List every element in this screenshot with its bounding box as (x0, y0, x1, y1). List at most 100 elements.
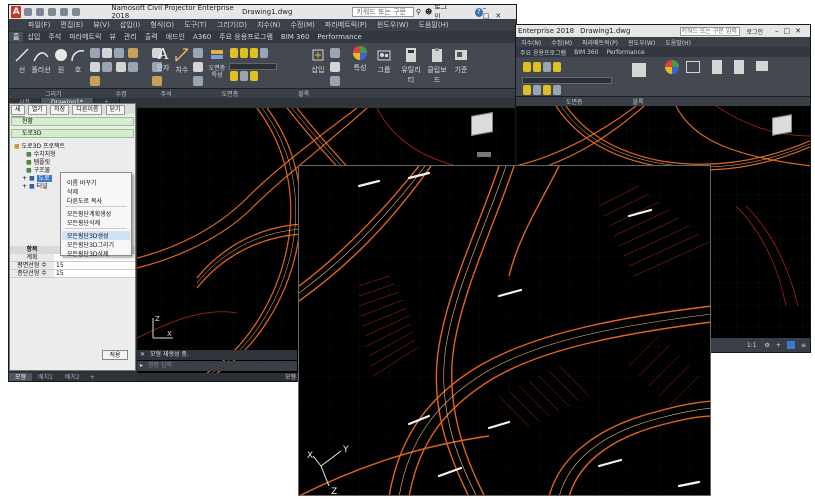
clipboard-tool[interactable]: 클립보드 (425, 47, 449, 85)
viewcube-icon[interactable] (772, 114, 792, 136)
properties-tool-2[interactable] (664, 59, 680, 77)
quick-access-toolbar[interactable] (23, 7, 81, 17)
add-layout-button[interactable]: + (86, 373, 99, 381)
menu-item[interactable]: 삽입(I) (115, 20, 145, 30)
search-icon[interactable]: ⚲ (416, 8, 421, 16)
menu-item[interactable]: 치수(N) (516, 38, 546, 47)
layer-small-tools-2[interactable] (522, 61, 622, 98)
app-logo-icon[interactable]: A (11, 6, 22, 18)
tab-featured-apps[interactable]: 주요 응용프로그램 (215, 32, 277, 42)
properties-tool[interactable]: 특성 (351, 45, 369, 73)
utilities-tool[interactable]: 유틸리티 (399, 47, 423, 85)
zoomed-drawing-view[interactable]: Y X Z (298, 165, 711, 496)
menu-item[interactable]: 수정(M) (546, 38, 577, 47)
group-tool[interactable]: 그룹 (375, 47, 393, 75)
arc-tool[interactable]: 호 (71, 47, 85, 75)
circle-tool[interactable]: 원 (53, 47, 69, 75)
text-tool[interactable]: A 문자 (155, 45, 171, 73)
menu-item[interactable]: 도움말(H) (660, 38, 696, 47)
group-label-annotation[interactable]: 주석 (151, 89, 182, 98)
tab-home[interactable]: 홈 (9, 32, 24, 42)
group-label-layer[interactable]: 도면층 (212, 89, 249, 98)
line-tool[interactable]: 선 (15, 47, 29, 75)
tab-manage[interactable]: 관리 (120, 32, 141, 42)
customize-icon[interactable]: ≡ (801, 342, 806, 349)
tab-performance[interactable]: Performance (313, 33, 365, 41)
menu-rename[interactable]: 이름 바꾸기 (67, 178, 97, 187)
help-icon[interactable]: ? (474, 7, 483, 17)
menu-item[interactable]: 파라메트릭(P) (320, 20, 372, 30)
login-button-2[interactable]: 로그인 (746, 27, 763, 36)
menu-draw-3d-sections[interactable]: 모든횡단3D그리기 (67, 240, 114, 249)
draw-small-tools[interactable] (89, 47, 149, 89)
menu-item[interactable]: 윈도우(W) (372, 20, 414, 30)
menu-create-3d-sections[interactable]: 모든횡단3D생성 (62, 231, 130, 240)
gear-icon[interactable]: ⚙ (765, 342, 770, 349)
tab-annotate[interactable]: 주석 (44, 32, 65, 42)
save-button[interactable]: 저장 (50, 105, 70, 115)
close-button[interactable]: 닫기 (105, 105, 125, 115)
tab-layout2[interactable]: 배치2 (59, 373, 86, 381)
menu-delete-3d-sections[interactable]: 모든횡단3D삭제 (67, 249, 109, 258)
expand-icon[interactable]: + (22, 183, 27, 190)
new-button[interactable]: 새 (11, 105, 25, 115)
annotation-scale[interactable]: 1:1 (747, 342, 757, 349)
search-input-2[interactable]: 키워드 또는 구문 입력 (680, 26, 741, 36)
layer-small-tools[interactable] (229, 47, 279, 84)
insert-block-tool-2[interactable] (632, 63, 646, 77)
menu-item[interactable]: 편집(E) (55, 20, 88, 30)
tab-addins[interactable]: 애드인 (162, 32, 189, 42)
tab-a360[interactable]: A360 (189, 33, 215, 41)
isolate-icon[interactable] (786, 341, 795, 349)
layer-dropdown[interactable] (229, 63, 277, 70)
insert-block-tool[interactable]: 삽입 (309, 47, 327, 75)
window-controls[interactable]: –□✕ (483, 5, 512, 20)
group-label-block[interactable]: 블록 (288, 89, 319, 98)
tab-featured-apps-2[interactable]: 주요 응용프로그램 (516, 48, 570, 57)
layer-properties-tool[interactable]: 도면층 특성 (207, 47, 227, 79)
tab-parametric[interactable]: 파라메트릭 (65, 32, 105, 42)
clipboard-tool-2[interactable] (734, 60, 744, 74)
menu-item[interactable]: 도움말(H) (414, 20, 454, 30)
group-label-layer-2[interactable]: 도면층 (556, 97, 593, 106)
group-label-block-2[interactable]: 블록 (623, 97, 654, 106)
plus-icon[interactable]: + (776, 342, 781, 349)
tab-insert[interactable]: 삽입 (23, 32, 44, 42)
group-label-modify[interactable]: 수정 (106, 89, 137, 98)
tab-layout1[interactable]: 배치1 (32, 373, 59, 381)
tab-bim360-2[interactable]: BIM 360 (570, 49, 602, 56)
layer-dropdown-2[interactable] (522, 77, 612, 84)
menu-item[interactable]: 파일(F) (23, 20, 55, 30)
window-controls-2[interactable]: –□✕ (775, 27, 806, 35)
tab-bim360[interactable]: BIM 360 (277, 33, 314, 41)
command-input[interactable]: ▸ 명령 입력 (137, 361, 297, 371)
user-icon[interactable]: ☻ (425, 8, 432, 16)
tab-model[interactable]: 모형 (9, 373, 33, 381)
menu-item[interactable]: 윈도우(W) (623, 38, 660, 47)
group-label-draw[interactable]: 그리기 (35, 89, 72, 98)
base-view-tool[interactable]: 기준 (451, 47, 471, 75)
save-as-button[interactable]: 다른이름 (72, 105, 103, 115)
open-button[interactable]: 열기 (27, 105, 47, 115)
panel-header-road[interactable]: 도로3D (11, 129, 134, 138)
menu-item[interactable]: 형식(O) (145, 20, 179, 30)
status-model[interactable]: 모형 (285, 373, 296, 381)
menu-item[interactable]: 파라메트릭(P) (577, 38, 623, 47)
menu-delete[interactable]: 삭제 (67, 187, 78, 196)
menu-item[interactable]: 도구(T) (179, 20, 212, 30)
menu-copy-road[interactable]: 다른도로 복사 (67, 196, 102, 205)
tab-view[interactable]: 뷰 (105, 32, 119, 42)
tab-performance-2[interactable]: Performance (603, 49, 649, 56)
menu-item[interactable]: 치수(N) (252, 20, 286, 30)
block-small-tools[interactable] (329, 47, 343, 89)
menu-create-sections[interactable]: 모든횡단계획생성 (67, 209, 111, 218)
menu-item[interactable]: 수정(M) (286, 20, 320, 30)
menu-delete-sections[interactable]: 모든횡단삭제 (67, 218, 100, 227)
base-view-tool-2[interactable] (756, 61, 768, 71)
dimension-tool[interactable]: 치수 (173, 47, 191, 75)
group-tool-2[interactable] (686, 61, 700, 73)
apply-button[interactable]: 적용 (102, 350, 128, 360)
polyline-tool[interactable]: 폴리선 (31, 47, 51, 75)
command-close-icon[interactable]: ✕ (140, 351, 145, 358)
menu-item[interactable]: 뷰(V) (88, 20, 115, 30)
